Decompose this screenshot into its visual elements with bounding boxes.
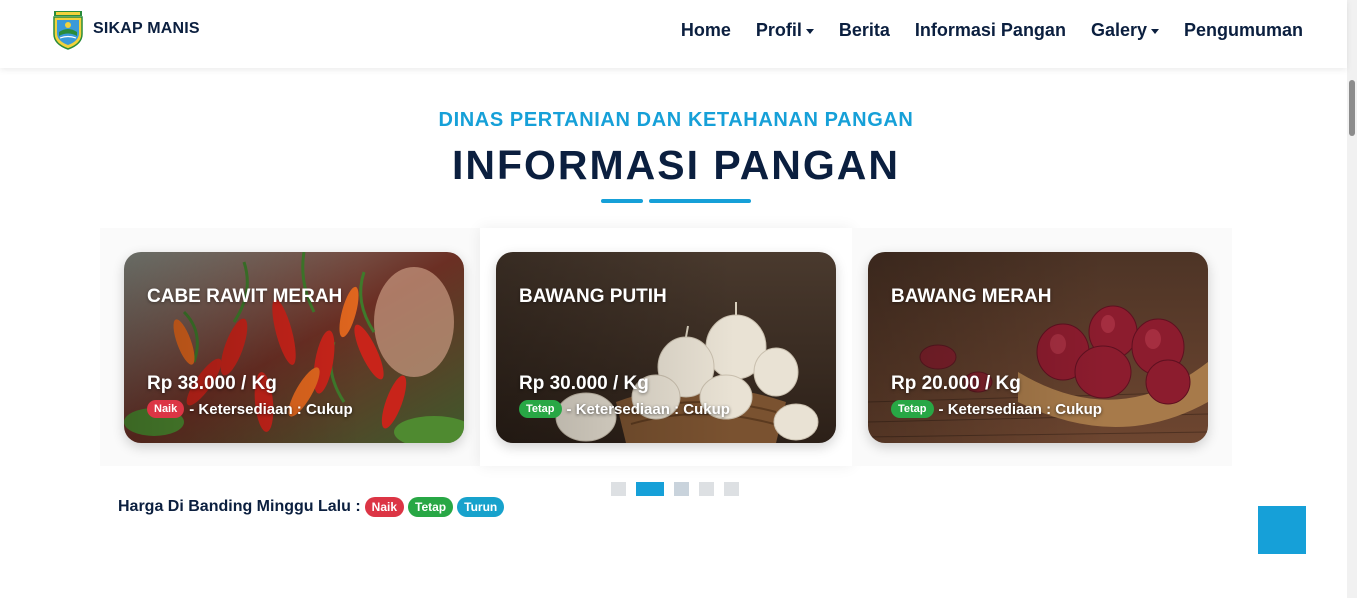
legend-badge-naik: Naik xyxy=(364,497,405,517)
carousel-dot-3[interactable] xyxy=(674,482,689,496)
commodity-meta: Naik - Ketersediaan : Cukup xyxy=(147,400,353,418)
commodity-card-cabe-rawit-merah[interactable]: CABE RAWIT MERAH Rp 38.000 / Kg Naik - K… xyxy=(124,252,464,443)
price-legend: Harga Di Banding Minggu Lalu : Naik Teta… xyxy=(118,497,505,517)
price-carousel: CABE RAWIT MERAH Rp 38.000 / Kg Naik - K… xyxy=(100,228,1232,466)
chevron-down-icon xyxy=(1150,28,1159,34)
carousel-dot-2[interactable] xyxy=(636,482,664,496)
nav-home[interactable]: Home xyxy=(681,20,731,41)
commodity-meta: Tetap - Ketersediaan : Cukup xyxy=(891,400,1102,418)
carousel-indicators xyxy=(611,482,739,496)
nav-home-label: Home xyxy=(680,20,731,40)
commodity-card-bawang-merah[interactable]: BAWANG MERAH Rp 20.000 / Kg Tetap - Kete… xyxy=(868,252,1208,443)
availability-text: - Ketersediaan : Cukup xyxy=(566,400,730,418)
legend-badge-turun: Turun xyxy=(457,497,505,517)
nav-profil[interactable]: Profil xyxy=(756,20,814,41)
main-nav: Home Profil Berita Informasi Pangan Gale… xyxy=(681,20,1303,41)
commodity-card-bawang-putih[interactable]: BAWANG PUTIH Rp 30.000 / Kg Tetap - Kete… xyxy=(496,252,836,443)
nav-pengumuman-label: Pengumuman xyxy=(1183,20,1303,40)
page-title: INFORMASI PANGAN xyxy=(451,142,901,188)
availability-text: - Ketersediaan : Cukup xyxy=(189,400,353,418)
status-badge: Tetap xyxy=(891,400,934,418)
commodity-price: Rp 30.000 / Kg xyxy=(519,373,649,394)
nav-informasi-pangan[interactable]: Informasi Pangan xyxy=(915,20,1066,41)
nav-galery[interactable]: Galery xyxy=(1091,20,1159,41)
brand-name: SIKAP MANIS xyxy=(93,20,200,37)
legend-badge-tetap: Tetap xyxy=(408,497,454,517)
regency-emblem-icon xyxy=(53,11,83,50)
nav-galery-label: Galery xyxy=(1090,20,1147,40)
carousel-dot-1[interactable] xyxy=(611,482,626,496)
commodity-price: Rp 38.000 / Kg xyxy=(147,373,277,394)
title-underline-short xyxy=(601,199,643,203)
nav-pengumuman[interactable]: Pengumuman xyxy=(1184,20,1303,41)
commodity-meta: Tetap - Ketersediaan : Cukup xyxy=(519,400,730,418)
brand[interactable]: SIKAP MANIS xyxy=(52,10,200,50)
legend-label: Harga Di Banding Minggu Lalu : xyxy=(118,498,361,515)
nav-berita-label: Berita xyxy=(838,20,890,40)
navbar: SIKAP MANIS Home Profil Berita Informasi… xyxy=(0,0,1347,68)
carousel-dot-5[interactable] xyxy=(724,482,739,496)
status-badge: Naik xyxy=(147,400,185,418)
nav-profil-label: Profil xyxy=(755,20,802,40)
page-scrollbar[interactable] xyxy=(1347,0,1357,598)
nav-informasi-pangan-label: Informasi Pangan xyxy=(914,20,1066,40)
availability-text: - Ketersediaan : Cukup xyxy=(938,400,1102,418)
section-kicker: DINAS PERTANIAN DAN KETAHANAN PANGAN xyxy=(438,109,914,131)
carousel-dot-4[interactable] xyxy=(699,482,714,496)
title-underline-long xyxy=(649,199,751,203)
commodity-name: CABE RAWIT MERAH xyxy=(147,286,343,307)
commodity-name: BAWANG PUTIH xyxy=(519,286,667,307)
commodity-price: Rp 20.000 / Kg xyxy=(891,373,1021,394)
back-to-top-button[interactable] xyxy=(1258,506,1306,554)
chevron-down-icon xyxy=(805,28,814,34)
status-badge: Tetap xyxy=(519,400,562,418)
commodity-name: BAWANG MERAH xyxy=(891,286,1052,307)
nav-berita[interactable]: Berita xyxy=(839,20,890,41)
